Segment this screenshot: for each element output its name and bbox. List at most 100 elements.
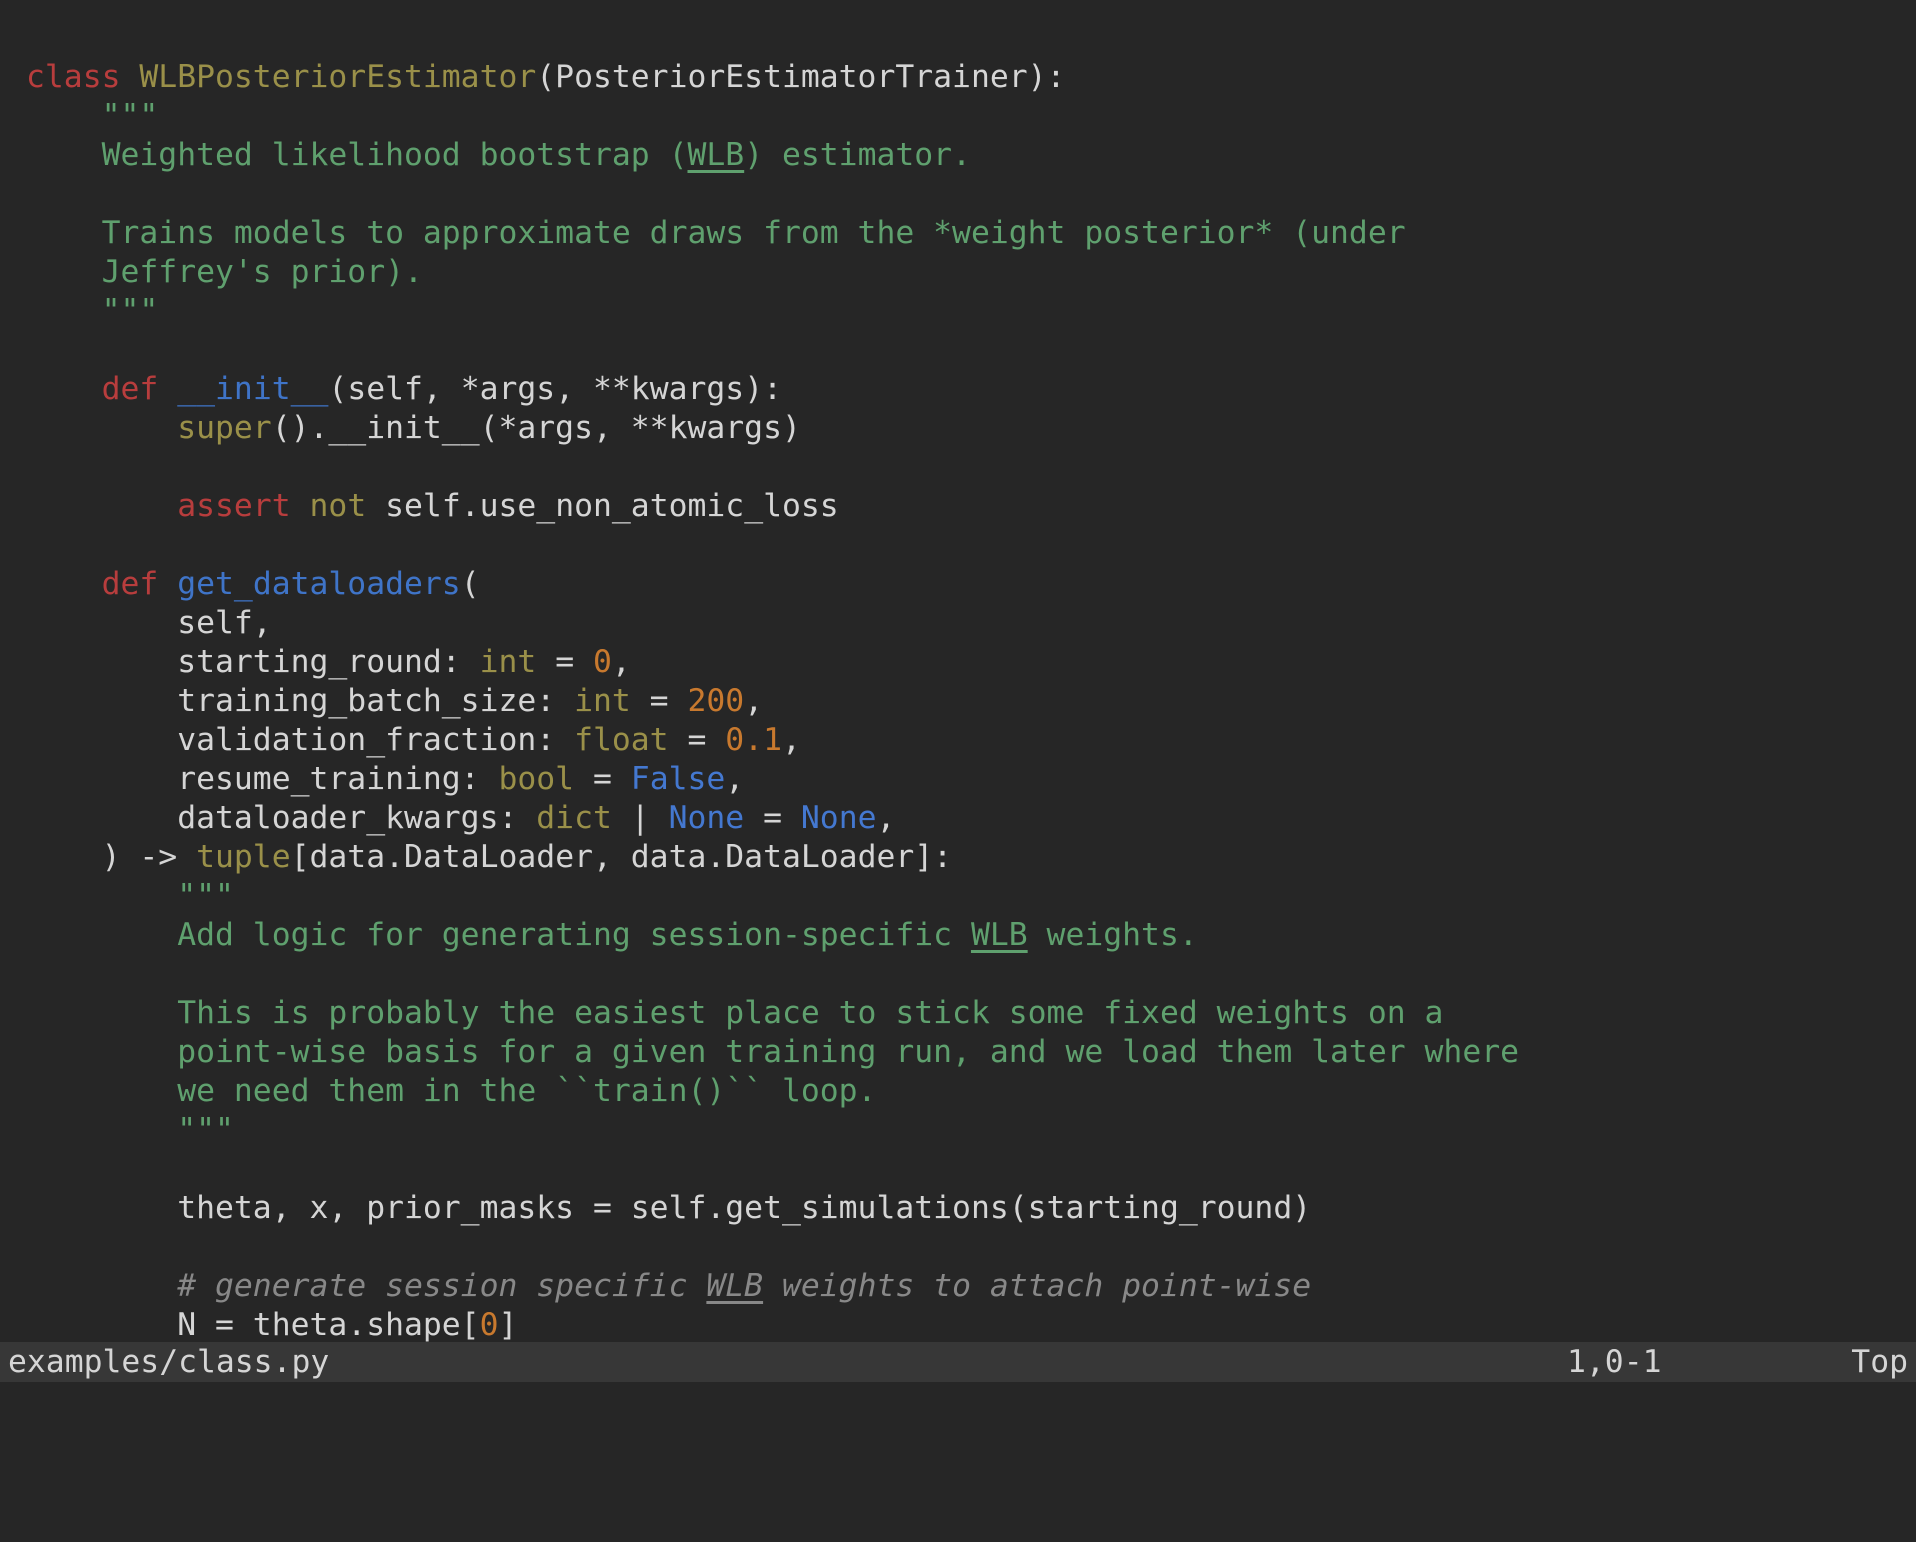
code-line[interactable]: we need them in the ``train()`` loop. <box>26 1072 1916 1111</box>
code-line[interactable]: super().__init__(*args, **kwargs) <box>26 409 1916 448</box>
code-token: assert <box>177 488 290 524</box>
code-token: training_batch_size: <box>177 683 574 719</box>
code-token: float <box>574 722 669 758</box>
code-token: __init__ <box>177 371 328 407</box>
code-token: """ <box>177 1112 234 1148</box>
code-line[interactable] <box>26 175 1916 214</box>
code-token: (self, *args, **kwargs): <box>328 371 782 407</box>
code-token: 0 <box>480 1307 499 1343</box>
code-line[interactable] <box>26 448 1916 487</box>
code-token: def <box>102 566 159 602</box>
code-token: def <box>102 371 159 407</box>
code-token: Jeffrey's prior). <box>102 254 423 290</box>
code-line[interactable]: def get_dataloaders( <box>26 565 1916 604</box>
code-token: Trains models to approximate draws from … <box>102 215 1406 251</box>
code-token: bool <box>498 761 574 797</box>
code-line[interactable]: dataloader_kwargs: dict | None = None, <box>26 799 1916 838</box>
status-bar: examples/class.py 1,0-1 Top <box>0 1342 1916 1382</box>
code-token: (PosteriorEstimatorTrainer): <box>536 59 1065 95</box>
code-token: , <box>877 800 896 836</box>
code-line[interactable]: N = theta.shape[0] <box>26 1306 1916 1345</box>
code-line[interactable]: """ <box>26 292 1916 331</box>
code-token: = <box>536 644 593 680</box>
code-token: theta, x, prior_masks = self.get_simulat… <box>177 1190 1311 1226</box>
code-line[interactable]: point-wise basis for a given training ru… <box>26 1033 1916 1072</box>
command-line[interactable] <box>0 1382 1916 1436</box>
code-token: point-wise basis for a given training ru… <box>177 1034 1519 1070</box>
code-token: not <box>310 488 367 524</box>
code-line[interactable]: validation_fraction: float = 0.1, <box>26 721 1916 760</box>
code-line[interactable]: Jeffrey's prior). <box>26 253 1916 292</box>
code-token <box>158 566 177 602</box>
statusbar-scroll-position: Top <box>1851 1342 1908 1382</box>
code-token: ] <box>499 1307 518 1343</box>
vim-window: class WLBPosteriorEstimator(PosteriorEst… <box>0 0 1916 1436</box>
code-line[interactable]: """ <box>26 97 1916 136</box>
code-token: , <box>782 722 801 758</box>
code-token: [data.DataLoader, data.DataLoader]: <box>291 839 952 875</box>
code-line[interactable]: """ <box>26 877 1916 916</box>
code-token: resume_training: <box>177 761 498 797</box>
code-line[interactable] <box>26 526 1916 565</box>
code-line[interactable] <box>26 331 1916 370</box>
code-token: WLB <box>971 917 1028 953</box>
code-token: None <box>801 800 877 836</box>
code-line[interactable] <box>26 955 1916 994</box>
code-token <box>121 59 140 95</box>
code-token: = <box>574 761 631 797</box>
code-token: """ <box>102 293 159 329</box>
code-line[interactable]: resume_training: bool = False, <box>26 760 1916 799</box>
code-token: Weighted likelihood bootstrap ( <box>102 137 688 173</box>
code-token: weights. <box>1028 917 1198 953</box>
code-token: int <box>480 644 537 680</box>
code-line[interactable]: ) -> tuple[data.DataLoader, data.DataLoa… <box>26 838 1916 877</box>
code-token: ().__init__(*args, **kwargs) <box>272 410 801 446</box>
code-token: None <box>669 800 745 836</box>
code-token: = <box>631 683 688 719</box>
code-token: super <box>177 410 272 446</box>
code-line[interactable]: training_batch_size: int = 200, <box>26 682 1916 721</box>
code-line[interactable]: self, <box>26 604 1916 643</box>
code-token: tuple <box>196 839 291 875</box>
code-token: WLBPosteriorEstimator <box>139 59 536 95</box>
code-token: starting_round: <box>177 644 479 680</box>
code-line[interactable]: theta, x, prior_masks = self.get_simulat… <box>26 1189 1916 1228</box>
code-token: int <box>574 683 631 719</box>
code-line[interactable]: starting_round: int = 0, <box>26 643 1916 682</box>
text-buffer[interactable]: class WLBPosteriorEstimator(PosteriorEst… <box>26 58 1916 1345</box>
code-token: ( <box>461 566 480 602</box>
statusbar-cursor-position: 1,0-1 <box>1567 1342 1662 1382</box>
code-token: self, <box>177 605 272 641</box>
code-token: get_dataloaders <box>177 566 460 602</box>
code-token: This is probably the easiest place to st… <box>177 995 1443 1031</box>
code-line[interactable]: Weighted likelihood bootstrap (WLB) esti… <box>26 136 1916 175</box>
code-token: dict <box>536 800 612 836</box>
code-token: 0.1 <box>725 722 782 758</box>
code-token <box>291 488 310 524</box>
code-line[interactable]: Add logic for generating session-specifi… <box>26 916 1916 955</box>
code-token <box>158 371 177 407</box>
code-token: ) estimator. <box>744 137 971 173</box>
code-token: # generate session specific <box>177 1268 706 1304</box>
code-token: """ <box>102 98 159 134</box>
code-line[interactable] <box>26 1150 1916 1189</box>
code-token: Add logic for generating session-specifi… <box>177 917 971 953</box>
code-token: ) -> <box>102 839 197 875</box>
code-token: | <box>612 800 669 836</box>
code-line[interactable]: def __init__(self, *args, **kwargs): <box>26 370 1916 409</box>
code-line[interactable]: This is probably the easiest place to st… <box>26 994 1916 1033</box>
code-token: , <box>612 644 631 680</box>
code-line[interactable]: Trains models to approximate draws from … <box>26 214 1916 253</box>
code-token: = <box>669 722 726 758</box>
code-line[interactable]: class WLBPosteriorEstimator(PosteriorEst… <box>26 58 1916 97</box>
code-line[interactable]: assert not self.use_non_atomic_loss <box>26 487 1916 526</box>
code-line[interactable]: """ <box>26 1111 1916 1150</box>
code-token: we need them in the ``train()`` loop. <box>177 1073 876 1109</box>
code-line[interactable] <box>26 1228 1916 1267</box>
statusbar-filename: examples/class.py <box>8 1342 329 1382</box>
code-token: 200 <box>687 683 744 719</box>
code-token: N = theta.shape[ <box>177 1307 479 1343</box>
code-line[interactable]: # generate session specific WLB weights … <box>26 1267 1916 1306</box>
code-token: False <box>631 761 726 797</box>
code-token: WLB <box>687 137 744 173</box>
